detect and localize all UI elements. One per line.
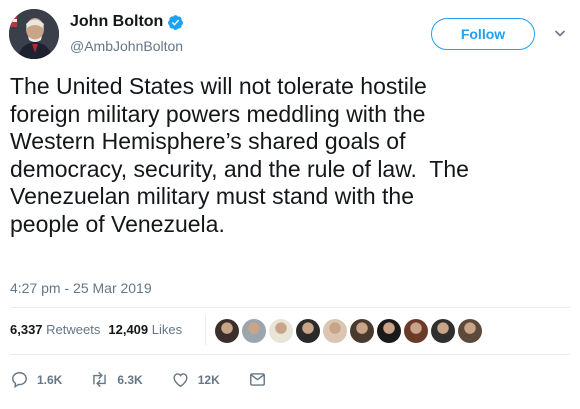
chevron-down-icon[interactable] xyxy=(554,27,566,39)
liker-avatar-7[interactable] xyxy=(377,319,401,343)
liker-avatar-9[interactable] xyxy=(431,319,455,343)
retweet-icon xyxy=(93,371,107,388)
retweet-count: 6.3K xyxy=(117,372,143,387)
likes-label: Likes xyxy=(151,322,183,337)
liker-avatar-1[interactable] xyxy=(215,319,239,343)
retweet-button[interactable]: 6.3K xyxy=(90,370,143,389)
liker-avatar-5[interactable] xyxy=(323,319,347,343)
follow-button[interactable]: Follow xyxy=(431,18,535,50)
divider-top xyxy=(10,307,570,308)
reply-button[interactable]: 1.6K xyxy=(10,370,62,389)
liker-avatar-4[interactable] xyxy=(296,319,320,343)
liker-avatar-10[interactable] xyxy=(458,319,482,343)
tweet-actions: 1.6K 6.3K 12K xyxy=(10,370,295,389)
tweet-text: The United States will not tolerate host… xyxy=(10,73,469,237)
direct-message-button[interactable] xyxy=(248,370,267,389)
likes-stat[interactable]: 12,409 Likes xyxy=(108,322,182,337)
author-handle[interactable]: @AmbJohnBolton xyxy=(70,38,183,54)
liker-avatars xyxy=(215,319,482,343)
like-button[interactable]: 12K xyxy=(171,370,220,389)
like-count: 12K xyxy=(197,372,220,387)
liker-avatar-3[interactable] xyxy=(269,319,293,343)
reply-icon xyxy=(12,372,27,389)
reply-count: 1.6K xyxy=(37,372,63,387)
author-name[interactable]: John Bolton xyxy=(70,13,163,31)
liker-avatar-8[interactable] xyxy=(404,319,428,343)
engagement-stats: 6,337 Retweets 12,409 Likes xyxy=(10,322,182,337)
direct-message-icon xyxy=(249,373,265,386)
tweet-timestamp[interactable]: 4:27 pm - 25 Mar 2019 xyxy=(10,280,152,296)
divider-bottom xyxy=(10,354,570,355)
retweets-count: 6,337 xyxy=(10,322,43,337)
retweets-label: Retweets xyxy=(46,322,101,337)
author-avatar[interactable] xyxy=(9,9,59,59)
liker-avatar-2[interactable] xyxy=(242,319,266,343)
verified-badge-icon xyxy=(168,14,184,30)
stats-separator xyxy=(205,315,206,345)
author-name-row[interactable]: John Bolton xyxy=(70,13,184,31)
liker-avatar-6[interactable] xyxy=(350,319,374,343)
retweets-stat[interactable]: 6,337 Retweets xyxy=(10,322,100,337)
like-icon xyxy=(173,373,188,388)
likes-count: 12,409 xyxy=(108,322,149,337)
